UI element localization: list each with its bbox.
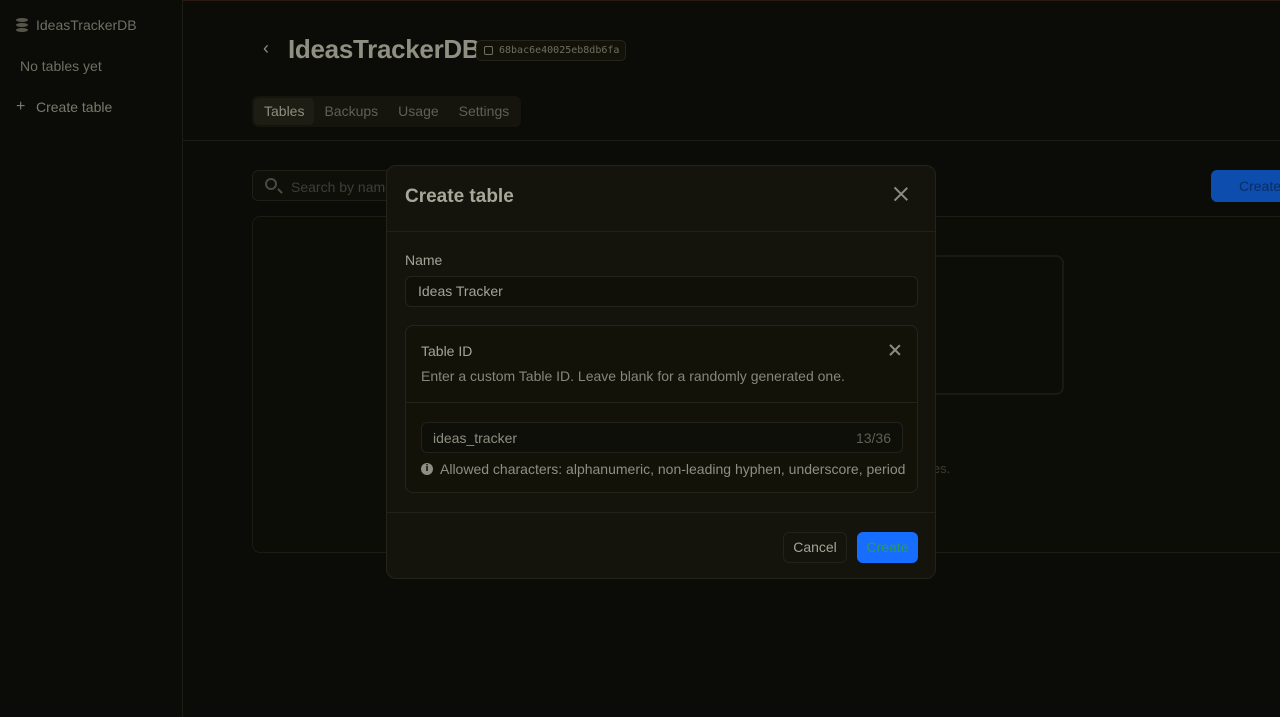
database-icon <box>16 18 28 32</box>
empty-state-illustration <box>930 255 1064 395</box>
database-id-chip[interactable]: 68bac6e40025eb8db6fa <box>476 40 627 61</box>
table-id-title: Table ID <box>421 343 473 359</box>
sidebar-database-label: IdeasTrackerDB <box>36 17 137 33</box>
plus-icon: + <box>16 98 26 115</box>
tab-settings[interactable]: Settings <box>449 98 520 125</box>
sidebar-empty-label: No tables yet <box>20 58 102 74</box>
table-id-counter: 13/36 <box>855 430 891 446</box>
sidebar-database[interactable]: IdeasTrackerDB <box>16 17 137 33</box>
sidebar-create-label: Create table <box>36 99 113 115</box>
create-button[interactable]: Create <box>857 532 918 563</box>
sidebar-empty-state: No tables yet <box>20 58 102 74</box>
tab-bar: Tables Backups Usage Settings <box>252 96 522 127</box>
page-title: IdeasTrackerDB <box>288 34 481 64</box>
database-id: 68bac6e40025eb8db6fa <box>499 45 620 56</box>
table-id-description: Enter a custom Table ID. Leave blank for… <box>421 368 845 384</box>
modal-title: Create table <box>405 186 514 207</box>
tab-usage[interactable]: Usage <box>388 98 448 125</box>
tab-backups[interactable]: Backups <box>314 98 388 125</box>
modal-header: Create table <box>387 166 935 232</box>
page-header: ‹ IdeasTrackerDB 68bac6e40025eb8db6fa Ta… <box>183 0 1280 141</box>
table-id-hint-text: Allowed characters: alphanumeric, non-le… <box>440 461 906 477</box>
table-id-header: Table ID Enter a custom Table ID. Leave … <box>406 326 917 403</box>
close-icon[interactable] <box>893 186 909 202</box>
name-input[interactable]: Ideas Tracker <box>405 276 918 307</box>
app-root: IdeasTrackerDB No tables yet + Create ta… <box>0 0 1280 717</box>
modal-footer: Cancel Create <box>387 512 935 578</box>
copy-icon <box>484 46 493 55</box>
sidebar: IdeasTrackerDB No tables yet + Create ta… <box>0 0 183 717</box>
table-id-value: ideas_tracker <box>433 430 518 446</box>
table-id-close-icon[interactable] <box>889 344 901 356</box>
sidebar-create-table[interactable]: + Create table <box>16 98 113 116</box>
table-id-hint: i Allowed characters: alphanumeric, non-… <box>421 461 905 477</box>
table-id-input[interactable]: ideas_tracker 13/36 <box>421 422 903 453</box>
info-icon: i <box>421 463 433 475</box>
cancel-button[interactable]: Cancel <box>783 532 847 563</box>
tab-tables[interactable]: Tables <box>254 98 315 125</box>
create-table-button[interactable]: Create table <box>1211 170 1280 202</box>
back-chevron-icon[interactable]: ‹ <box>263 38 269 59</box>
name-label: Name <box>405 252 443 268</box>
search-icon <box>265 178 277 190</box>
search-placeholder: Search by name <box>291 179 393 195</box>
table-id-section: Table ID Enter a custom Table ID. Leave … <box>405 325 918 493</box>
create-table-modal: Create table Name Ideas Tracker Table ID… <box>386 165 936 579</box>
